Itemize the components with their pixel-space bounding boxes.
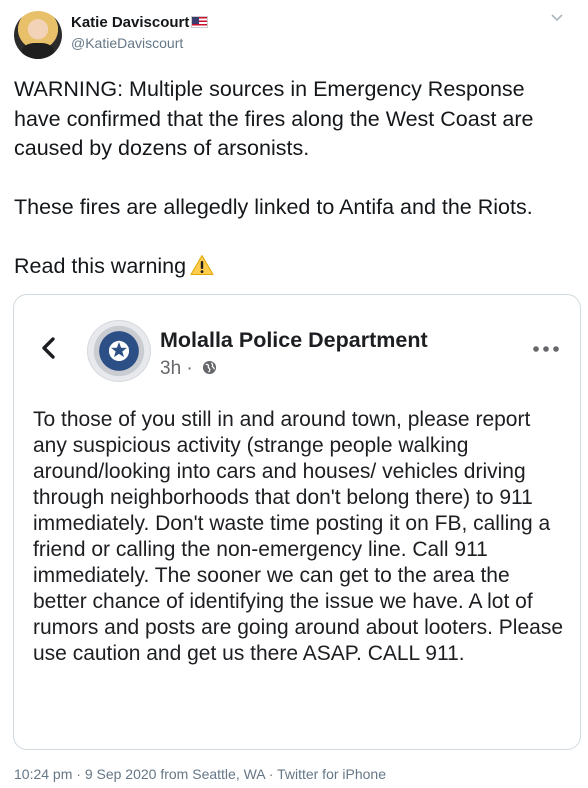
tweet-header: Katie Daviscourt @KatieDaviscourt xyxy=(14,11,574,61)
warning-icon xyxy=(190,255,214,275)
tweet-time[interactable]: 10:24 pm xyxy=(14,766,72,782)
tweet-location[interactable]: from Seattle, WA xyxy=(160,766,265,782)
more-options-icon[interactable] xyxy=(532,345,560,353)
post-meta: 3h · xyxy=(160,358,217,380)
tweet-paragraph-text: Read this warning xyxy=(14,254,187,278)
back-arrow-icon[interactable] xyxy=(38,335,60,361)
us-flag-icon xyxy=(191,16,209,28)
police-badge-avatar[interactable] xyxy=(87,320,151,382)
tweet-paragraph: Read this warning xyxy=(14,252,574,282)
user-handle[interactable]: @KatieDaviscourt xyxy=(71,34,208,52)
meta-separator: · xyxy=(186,358,193,379)
tweet-date[interactable]: 9 Sep 2020 xyxy=(85,766,157,782)
author-block: Katie Daviscourt @KatieDaviscourt xyxy=(71,14,209,52)
tweet-footer: 10:24 pm · 9 Sep 2020 from Seattle, WA ·… xyxy=(14,765,386,783)
embedded-screenshot[interactable]: Molalla Police Department 3h · To those … xyxy=(13,294,581,750)
footer-separator: · xyxy=(268,766,274,782)
tweet-paragraph: These fires are allegedly linked to Anti… xyxy=(14,195,533,219)
footer-separator: · xyxy=(76,766,81,782)
post-time[interactable]: 3h xyxy=(160,358,181,379)
globe-icon xyxy=(202,360,217,375)
tweet-text: WARNING: Multiple sources in Emergency R… xyxy=(14,75,574,282)
post-text: To those of you still in and around town… xyxy=(33,408,563,665)
tweet-paragraph: WARNING: Multiple sources in Emergency R… xyxy=(14,77,534,160)
tweet-client[interactable]: Twitter for iPhone xyxy=(277,766,386,782)
avatar[interactable] xyxy=(14,11,62,59)
display-name[interactable]: Katie Daviscourt xyxy=(71,14,189,32)
star-icon xyxy=(109,340,129,359)
chevron-down-icon[interactable] xyxy=(550,13,564,23)
page-name[interactable]: Molalla Police Department xyxy=(160,327,428,353)
